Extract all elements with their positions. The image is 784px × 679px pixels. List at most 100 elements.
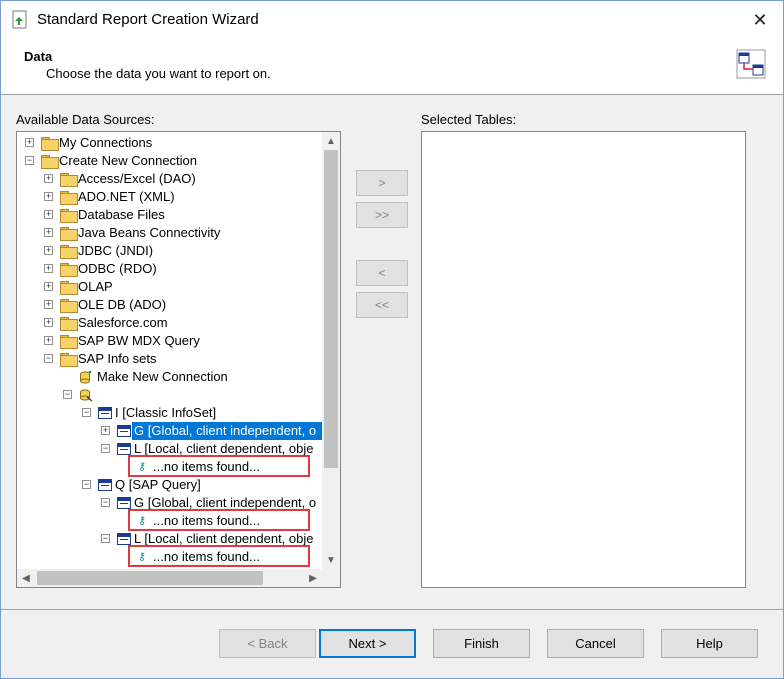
scroll-thumb[interactable] <box>324 150 338 468</box>
scroll-left-icon[interactable]: ◀ <box>17 569 35 587</box>
expand-icon[interactable]: + <box>44 300 53 309</box>
tree-item-make-new-connection[interactable]: Make New Connection <box>17 368 322 386</box>
tree-item-label: Salesforce.com <box>78 315 168 330</box>
back-button[interactable]: < Back <box>219 629 316 658</box>
infoset-icon <box>98 479 112 491</box>
tree-item-no-items: ⚷ ...no items found... <box>17 458 322 476</box>
add-all-button[interactable]: >> <box>356 202 408 228</box>
tree-item-label: ...no items found... <box>153 549 260 564</box>
tree-item-odbc[interactable]: + ODBC (RDO) <box>17 260 322 278</box>
tree-item-label: I [Classic InfoSet] <box>115 405 217 420</box>
scroll-down-icon[interactable]: ▼ <box>322 551 340 569</box>
tree-item-no-items: ⚷ ...no items found... <box>17 512 322 530</box>
folder-icon <box>60 335 78 349</box>
expand-icon[interactable]: + <box>44 282 53 291</box>
data-source-tree[interactable]: + My Connections − Create New Connection… <box>16 131 341 588</box>
tree-item-salesforce[interactable]: + Salesforce.com <box>17 314 322 332</box>
next-button[interactable]: Next > <box>319 629 416 658</box>
collapse-icon[interactable]: − <box>101 444 110 453</box>
tree-item-label: My Connections <box>59 135 153 150</box>
data-tables-icon <box>736 49 766 79</box>
collapse-icon[interactable]: − <box>25 156 34 165</box>
selected-tables-list[interactable] <box>421 131 746 588</box>
horizontal-scrollbar[interactable]: ◀ ▶ <box>17 569 340 587</box>
tree-item-label: SAP BW MDX Query <box>78 333 200 348</box>
footer-divider <box>1 609 783 610</box>
scroll-up-icon[interactable]: ▲ <box>322 132 340 150</box>
page-title: Data <box>24 49 53 64</box>
infoset-icon <box>98 407 112 419</box>
title-bar: Standard Report Creation Wizard ✕ <box>1 1 783 39</box>
close-button[interactable]: ✕ <box>745 5 775 35</box>
scroll-right-icon[interactable]: ▶ <box>304 569 322 587</box>
expand-icon[interactable]: + <box>44 192 53 201</box>
collapse-icon[interactable]: − <box>82 480 91 489</box>
available-data-sources-label: Available Data Sources: <box>16 112 155 127</box>
tree-item-sap-bw-mdx[interactable]: + SAP BW MDX Query <box>17 332 322 350</box>
expand-icon[interactable]: + <box>25 138 34 147</box>
tree-item-sap-connection[interactable]: − <box>17 386 322 404</box>
tree-item-label: OLE DB (ADO) <box>78 297 167 312</box>
tree-item-ado-net[interactable]: + ADO.NET (XML) <box>17 188 322 206</box>
infoset-icon <box>117 443 131 455</box>
key-icon: ⚷ <box>138 515 147 527</box>
remove-button[interactable]: < <box>356 260 408 286</box>
expand-icon[interactable]: + <box>44 228 53 237</box>
tree-item-no-items: ⚷ ...no items found... <box>17 548 322 566</box>
tree-item-jdbc[interactable]: + JDBC (JNDI) <box>17 242 322 260</box>
folder-icon <box>41 155 59 169</box>
tree-item-java-beans[interactable]: + Java Beans Connectivity <box>17 224 322 242</box>
collapse-icon[interactable]: − <box>101 498 110 507</box>
expand-icon[interactable]: + <box>44 174 53 183</box>
collapse-icon[interactable]: − <box>82 408 91 417</box>
folder-icon <box>60 281 78 295</box>
finish-button[interactable]: Finish <box>433 629 530 658</box>
expand-icon[interactable]: + <box>44 318 53 327</box>
tree-item-label: Q [SAP Query] <box>115 477 201 492</box>
tree-item-label: Java Beans Connectivity <box>78 225 221 240</box>
folder-icon <box>60 245 78 259</box>
folder-icon <box>60 263 78 277</box>
scroll-corner <box>322 569 340 587</box>
add-button[interactable]: > <box>356 170 408 196</box>
key-icon: ⚷ <box>138 551 147 563</box>
expand-icon[interactable]: + <box>44 246 53 255</box>
tree-item-label: ADO.NET (XML) <box>78 189 175 204</box>
tree-item-classic-infoset[interactable]: − I [Classic InfoSet] <box>17 404 322 422</box>
tree-item-create-new-connection[interactable]: − Create New Connection <box>17 152 322 170</box>
tree-item-label: ...no items found... <box>153 513 260 528</box>
cancel-button[interactable]: Cancel <box>547 629 644 658</box>
tree-item-classic-global[interactable]: + G [Global, client independent, o <box>17 422 322 440</box>
window-title: Standard Report Creation Wizard <box>37 11 259 28</box>
new-connection-icon <box>80 370 92 384</box>
folder-icon <box>41 137 59 151</box>
collapse-icon[interactable]: − <box>44 354 53 363</box>
tree-item-label: Create New Connection <box>59 153 198 168</box>
tree-item-sap-query[interactable]: − Q [SAP Query] <box>17 476 322 494</box>
tree-item-olap[interactable]: + OLAP <box>17 278 322 296</box>
tree-item-sap-info-sets[interactable]: − SAP Info sets <box>17 350 322 368</box>
expand-icon[interactable]: + <box>44 210 53 219</box>
tree-item-my-connections[interactable]: + My Connections <box>17 134 322 152</box>
help-button[interactable]: Help <box>661 629 758 658</box>
remove-all-button[interactable]: << <box>356 292 408 318</box>
page-subtitle: Choose the data you want to report on. <box>46 66 271 81</box>
tree-item-access-excel[interactable]: + Access/Excel (DAO) <box>17 170 322 188</box>
folder-icon <box>60 227 78 241</box>
folder-icon <box>60 299 78 313</box>
expand-icon[interactable]: + <box>44 264 53 273</box>
infoset-icon <box>117 425 131 437</box>
tree-item-label: JDBC (JNDI) <box>78 243 154 258</box>
collapse-icon[interactable]: − <box>63 390 72 399</box>
expand-icon[interactable]: + <box>101 426 110 435</box>
collapse-icon[interactable]: − <box>101 534 110 543</box>
tree-item-database-files[interactable]: + Database Files <box>17 206 322 224</box>
tree-item-label: Make New Connection <box>97 369 228 384</box>
key-icon: ⚷ <box>138 461 147 473</box>
tree-item-ole-db[interactable]: + OLE DB (ADO) <box>17 296 322 314</box>
scroll-thumb[interactable] <box>37 571 263 585</box>
vertical-scrollbar[interactable]: ▲ ▼ <box>322 132 340 569</box>
wizard-window: Standard Report Creation Wizard ✕ Data C… <box>0 0 784 679</box>
expand-icon[interactable]: + <box>44 336 53 345</box>
infoset-icon <box>117 497 131 509</box>
